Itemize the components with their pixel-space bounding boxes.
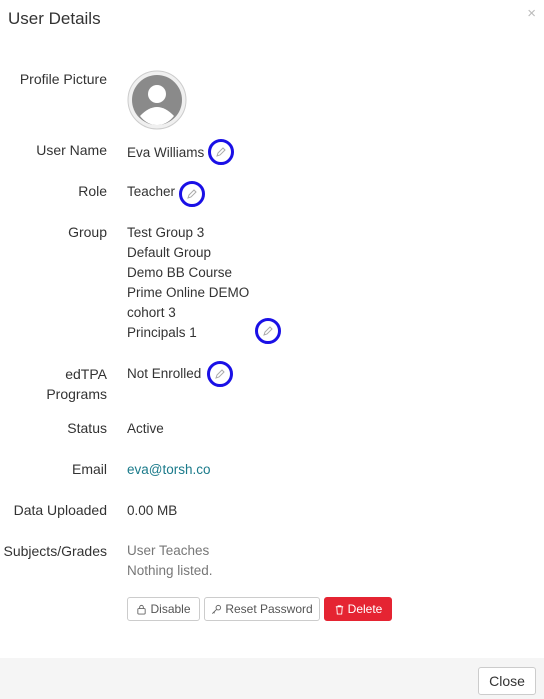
reset-password-button[interactable]: Reset Password bbox=[204, 597, 320, 621]
group-item: Demo BB Course bbox=[127, 265, 233, 280]
subjects-label: Subjects/Grades bbox=[3, 543, 108, 559]
role-label: Role bbox=[78, 183, 107, 199]
data-uploaded-label: Data Uploaded bbox=[13, 502, 107, 518]
edit-edtpa-button[interactable] bbox=[207, 361, 233, 387]
status-label: Status bbox=[67, 420, 107, 436]
trash-icon bbox=[335, 604, 343, 615]
subjects-line1: User Teaches bbox=[127, 543, 210, 558]
edit-role-button[interactable] bbox=[179, 181, 205, 207]
modal-footer: Close bbox=[0, 658, 544, 699]
edtpa-value: Not Enrolled bbox=[127, 366, 202, 381]
edit-user-name-button[interactable] bbox=[208, 139, 234, 165]
close-button[interactable]: Close bbox=[478, 667, 536, 695]
group-list: Test Group 3 Default Group Demo BB Cours… bbox=[127, 223, 249, 343]
delete-button[interactable]: Delete bbox=[324, 597, 392, 621]
role-value: Teacher bbox=[127, 184, 176, 199]
group-item: Prime Online DEMO bbox=[127, 285, 250, 300]
key-icon bbox=[212, 604, 222, 614]
edtpa-label: edTPA Programs bbox=[46, 364, 107, 404]
email-label: Email bbox=[71, 461, 107, 477]
pencil-icon bbox=[263, 326, 273, 336]
user-name-label: User Name bbox=[36, 142, 107, 158]
disable-button[interactable]: Disable bbox=[127, 597, 200, 621]
status-value: Active bbox=[127, 421, 164, 436]
profile-picture-label: Profile Picture bbox=[19, 71, 107, 87]
group-item: Default Group bbox=[127, 245, 212, 260]
group-label: Group bbox=[68, 224, 107, 240]
data-uploaded-value: 0.00 MB bbox=[127, 503, 178, 518]
reset-password-label: Reset Password bbox=[225, 602, 313, 616]
modal-title: User Details bbox=[8, 9, 101, 28]
user-name-value: Eva Williams bbox=[127, 145, 205, 160]
disable-label: Disable bbox=[150, 602, 191, 616]
subjects-line2: Nothing listed. bbox=[127, 563, 213, 578]
group-item: Principals 1 bbox=[127, 325, 197, 340]
pencil-icon bbox=[187, 189, 197, 199]
email-link[interactable]: eva@torsh.co bbox=[127, 460, 211, 480]
delete-label: Delete bbox=[347, 602, 383, 616]
lock-icon bbox=[137, 604, 147, 615]
close-icon[interactable]: × bbox=[527, 6, 536, 21]
pencil-icon bbox=[215, 369, 225, 379]
edtpa-label-line1: edTPA bbox=[65, 366, 107, 382]
pencil-icon bbox=[216, 147, 226, 157]
edtpa-label-line2: Programs bbox=[46, 386, 107, 402]
edit-group-button[interactable] bbox=[255, 318, 281, 344]
group-item: Test Group 3 bbox=[127, 225, 205, 240]
group-item: cohort 3 bbox=[127, 305, 176, 320]
avatar bbox=[127, 70, 187, 130]
subjects-value: User Teaches Nothing listed. bbox=[127, 541, 213, 581]
